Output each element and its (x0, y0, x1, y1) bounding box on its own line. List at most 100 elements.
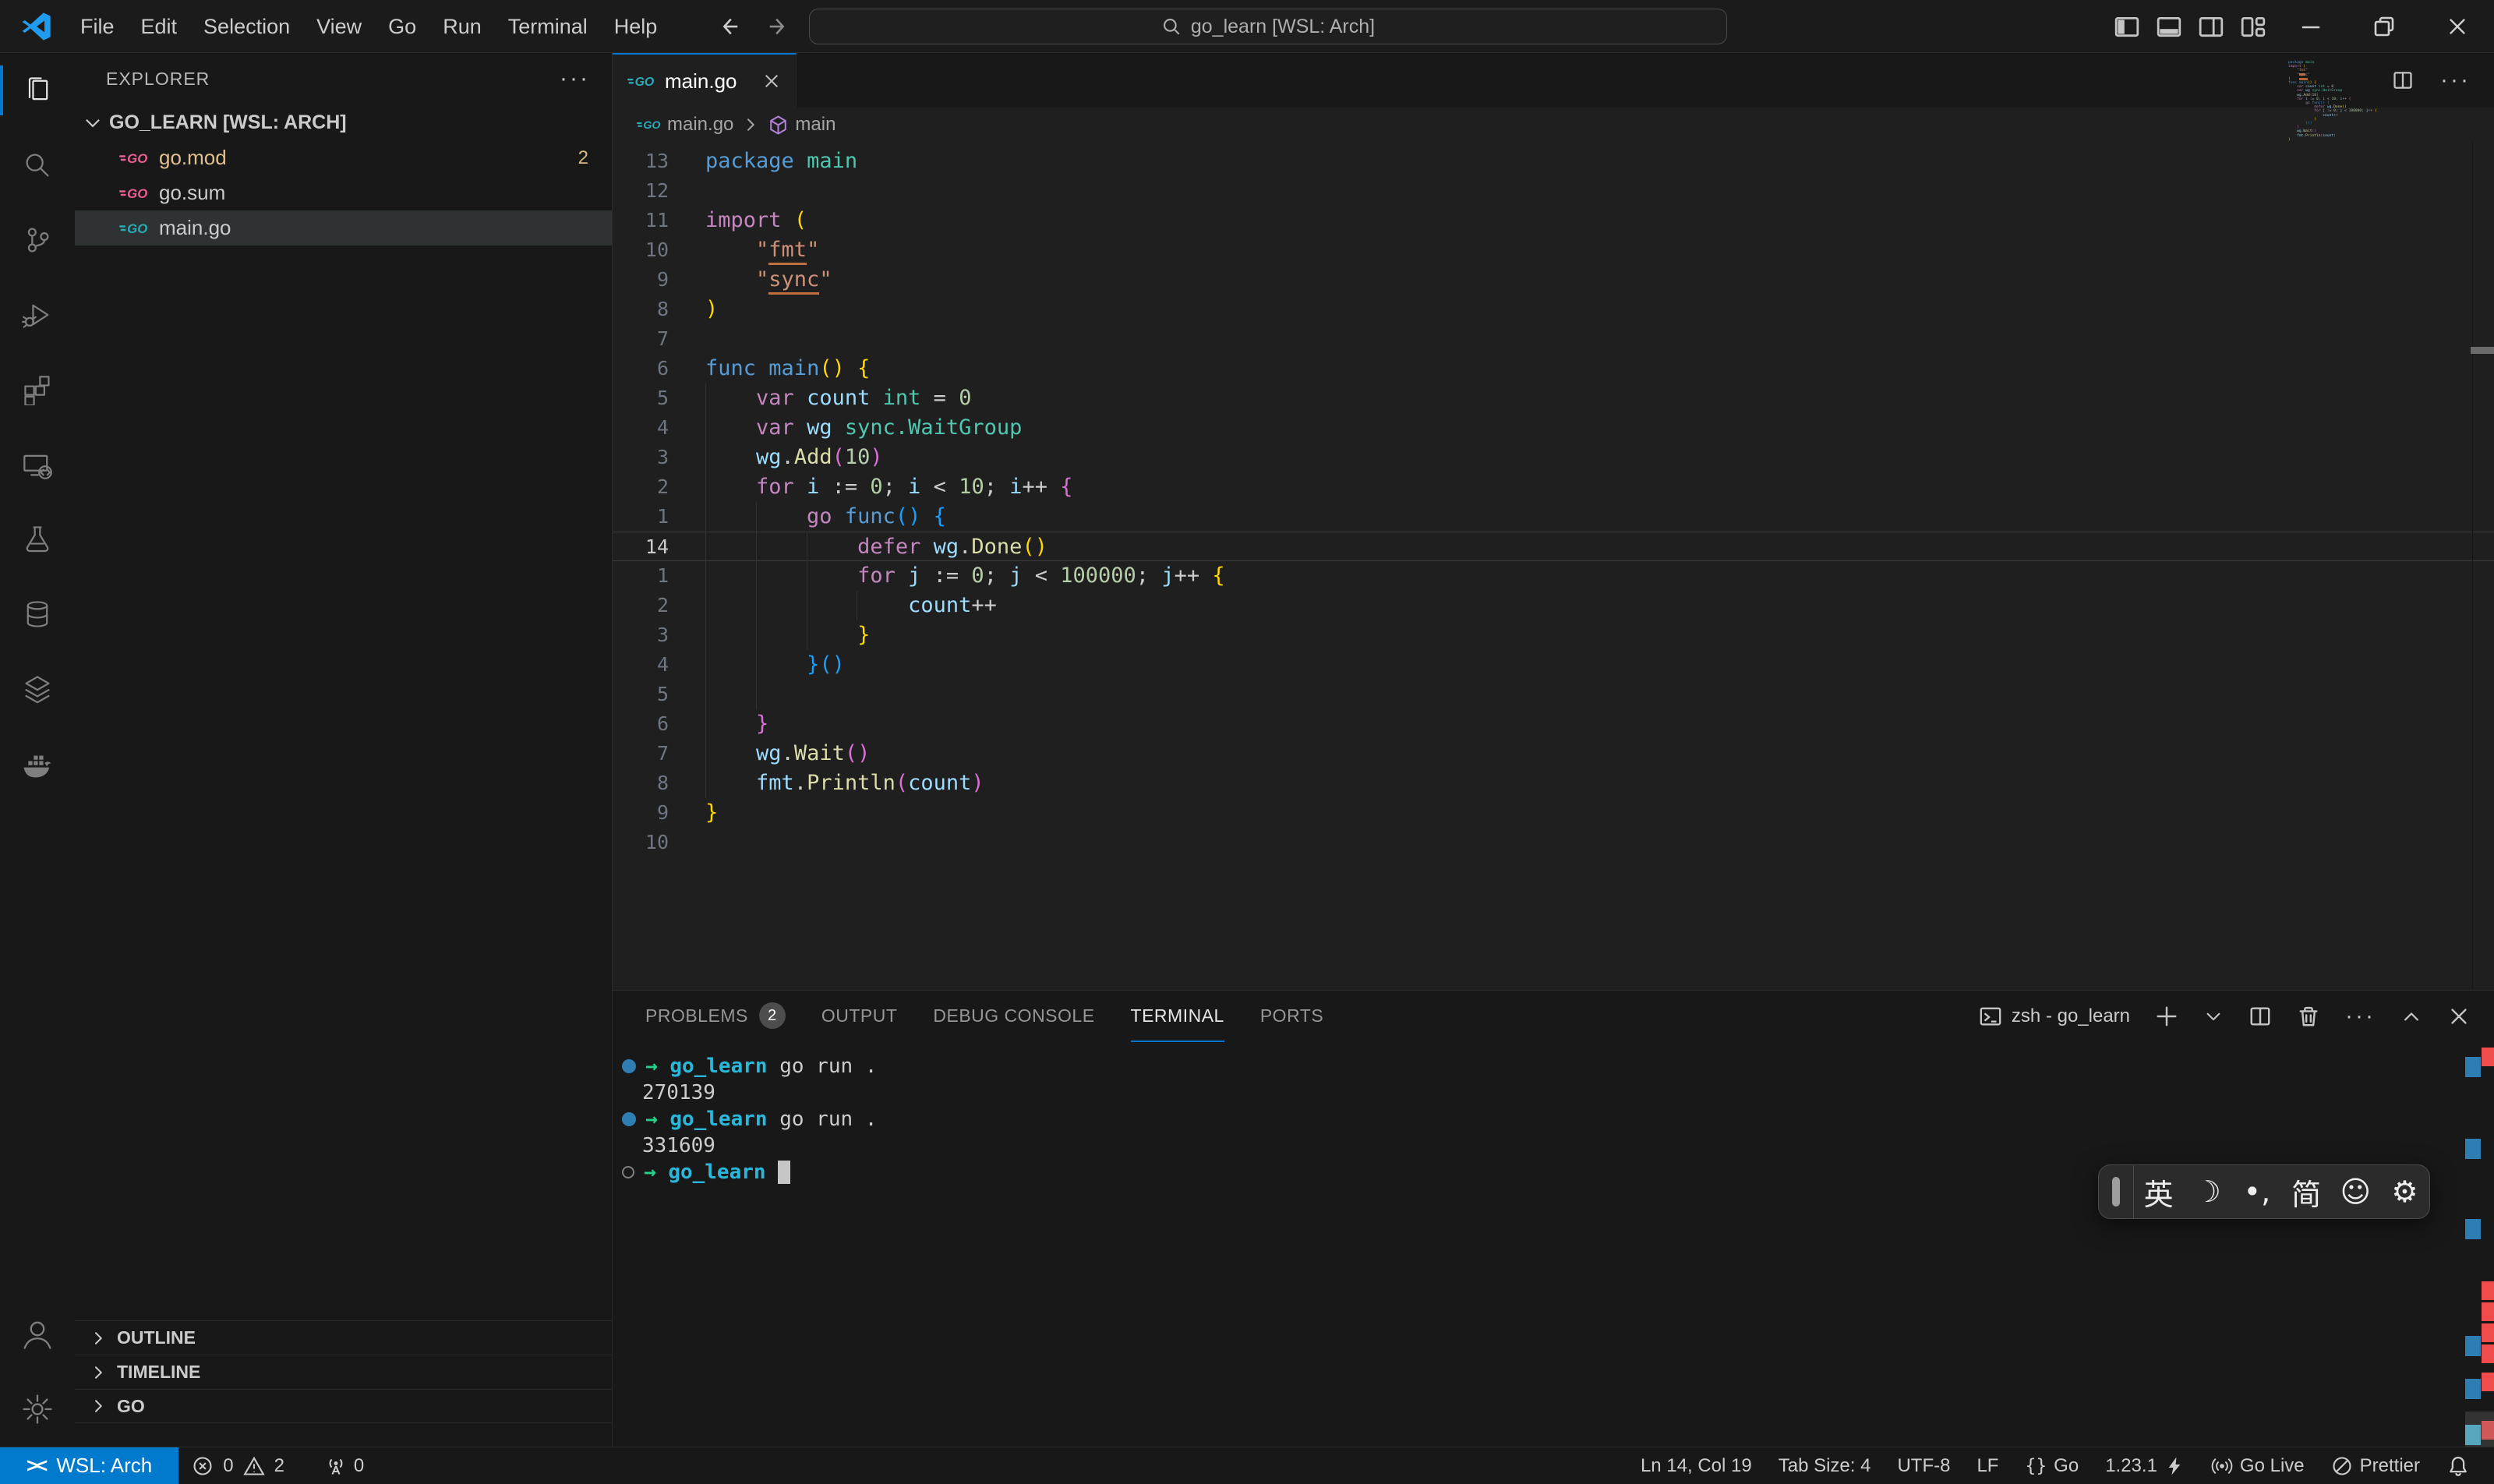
activity-search[interactable] (0, 128, 75, 203)
status-cursor-position[interactable]: Ln 14, Col 19 (1627, 1447, 1765, 1484)
section-go[interactable]: GO (75, 1389, 612, 1423)
activity-layers[interactable] (0, 652, 75, 726)
ime-halfwidth-moon[interactable]: ☽ (2183, 1175, 2232, 1209)
code-line: 5 (613, 680, 2494, 709)
line-number: 14 (613, 532, 669, 560)
line-number: 6 (613, 709, 669, 739)
split-terminal-icon[interactable] (2248, 1005, 2272, 1028)
overview-error-mark (2482, 1373, 2494, 1391)
forward-arrow-icon[interactable] (767, 15, 790, 38)
back-arrow-icon[interactable] (717, 15, 740, 38)
ime-english-mode[interactable]: 英 (2134, 1171, 2183, 1214)
panel-tab-ports[interactable]: PORTS (1260, 991, 1323, 1042)
toggle-secondary-sidebar-icon[interactable] (2190, 0, 2232, 53)
scm-icon (22, 224, 53, 256)
panel-tab-terminal[interactable]: TERMINAL (1131, 991, 1224, 1042)
activity-remote-explorer[interactable] (0, 427, 75, 502)
tab-main-go[interactable]: GO main.go (613, 53, 797, 108)
ime-toolbar[interactable]: 英☽•,简☺⚙ (2098, 1164, 2430, 1219)
command-center-search[interactable]: go_learn [WSL: Arch] (809, 9, 1727, 44)
activity-docker[interactable] (0, 726, 75, 801)
overview-error-mark (2482, 1344, 2494, 1363)
ime-simplified-chinese[interactable]: 简 (2282, 1171, 2331, 1214)
line-number: 1 (613, 502, 669, 532)
breadcrumb-item-main[interactable]: main (768, 114, 835, 136)
explorer-more-actions-icon[interactable]: ··· (560, 65, 590, 92)
toggle-sidebar-icon[interactable] (2106, 0, 2148, 53)
kill-terminal-icon[interactable] (2297, 1005, 2320, 1028)
file-go-sum[interactable]: GOgo.sum (75, 175, 612, 210)
chevron-down-icon (83, 112, 103, 132)
status-label: Prettier (2360, 1455, 2420, 1477)
overview-error-mark (2482, 1048, 2494, 1066)
code-area: 13package main1211import (10 "fmt"9 "syn… (613, 142, 2494, 857)
status-go-live[interactable]: Go Live (2198, 1447, 2318, 1484)
terminal-instance[interactable]: zsh - go_learn (1979, 1005, 2130, 1028)
activity-testing[interactable] (0, 502, 75, 577)
problems-status[interactable]: 0 2 (178, 1447, 298, 1484)
customize-layout-icon[interactable] (2232, 0, 2274, 53)
status-eol[interactable]: LF (1963, 1447, 2012, 1484)
menu-file[interactable]: File (67, 5, 128, 48)
indent-guide (756, 502, 757, 709)
terminal-more-actions-icon[interactable]: ··· (2345, 1003, 2376, 1030)
activity-run-and-debug[interactable] (0, 277, 75, 352)
file-main-go[interactable]: GOmain.go (75, 210, 612, 246)
status-encoding[interactable]: UTF-8 (1884, 1447, 1963, 1484)
status-notifications[interactable] (2433, 1447, 2483, 1484)
breadcrumb-item-main.go[interactable]: GOmain.go (636, 114, 733, 136)
workspace-root-folder[interactable]: GO_LEARN [WSL: ARCH] (75, 104, 612, 140)
status-go-version[interactable]: 1.23.1 (2092, 1447, 2198, 1484)
restore-button[interactable] (2347, 0, 2421, 53)
menu-edit[interactable]: Edit (128, 5, 191, 48)
code-line: 4 var wg sync.WaitGroup (613, 413, 2494, 443)
status-indentation[interactable]: Tab Size: 4 (1765, 1447, 1885, 1484)
toggle-panel-icon[interactable] (2148, 0, 2190, 53)
terminal-profile-dropdown-icon[interactable] (2203, 1006, 2224, 1026)
section-timeline[interactable]: TIMELINE (75, 1355, 612, 1389)
code-text: "sync" (669, 265, 832, 295)
activity-accounts[interactable] (0, 1297, 75, 1372)
status-language-mode[interactable]: {}Go (2012, 1447, 2092, 1484)
panel-tab-debug-console[interactable]: DEBUG CONSOLE (933, 991, 1094, 1042)
ime-punctuation[interactable]: •, (2232, 1175, 2281, 1209)
menu-view[interactable]: View (303, 5, 375, 48)
new-terminal-icon[interactable] (2155, 1005, 2178, 1028)
close-panel-icon[interactable] (2447, 1005, 2471, 1028)
menu-help[interactable]: Help (601, 5, 671, 48)
activity-database[interactable] (0, 577, 75, 652)
panel-tab-problems[interactable]: PROBLEMS2 (645, 991, 786, 1042)
terminal-icon (1979, 1005, 2002, 1028)
menu-run[interactable]: Run (429, 5, 495, 48)
tab-close-icon[interactable] (761, 71, 782, 91)
broadcast-icon (2211, 1455, 2233, 1477)
panel-tab-label: OUTPUT (821, 1005, 898, 1026)
file-go-mod[interactable]: GOgo.mod2 (75, 140, 612, 175)
status-prettier[interactable]: Prettier (2318, 1447, 2433, 1484)
panel-tab-label: PORTS (1260, 1005, 1323, 1026)
line-number: 4 (613, 413, 669, 443)
menu-terminal[interactable]: Terminal (495, 5, 601, 48)
code-text: } (669, 798, 718, 828)
minimap[interactable]: package mainimport ( "fmt" "sync")func m… (2288, 61, 2483, 142)
radio-tower-icon (325, 1455, 347, 1477)
remote-indicator[interactable]: >< WSL: Arch (0, 1447, 178, 1484)
ports-status[interactable]: 0 (312, 1447, 377, 1484)
code-line: 1 go func() { (613, 502, 2494, 532)
ime-emoji[interactable]: ☺ (2331, 1175, 2380, 1209)
activity-explorer[interactable] (0, 53, 75, 128)
menu-go[interactable]: Go (375, 5, 429, 48)
activity-settings[interactable] (0, 1372, 75, 1447)
section-outline[interactable]: OUTLINE (75, 1320, 612, 1355)
activity-source-control[interactable] (0, 203, 75, 277)
section-label: TIMELINE (117, 1362, 200, 1383)
ime-settings[interactable]: ⚙ (2380, 1175, 2429, 1209)
ime-drag-handle[interactable] (2112, 1177, 2120, 1207)
close-window-button[interactable] (2421, 0, 2494, 53)
breadcrumb[interactable]: GOmain.go main (613, 108, 2494, 142)
activity-extensions[interactable] (0, 352, 75, 427)
menu-selection[interactable]: Selection (190, 5, 303, 48)
minimize-button[interactable] (2274, 0, 2347, 53)
panel-tab-output[interactable]: OUTPUT (821, 991, 898, 1042)
maximize-panel-icon[interactable] (2400, 1005, 2422, 1027)
